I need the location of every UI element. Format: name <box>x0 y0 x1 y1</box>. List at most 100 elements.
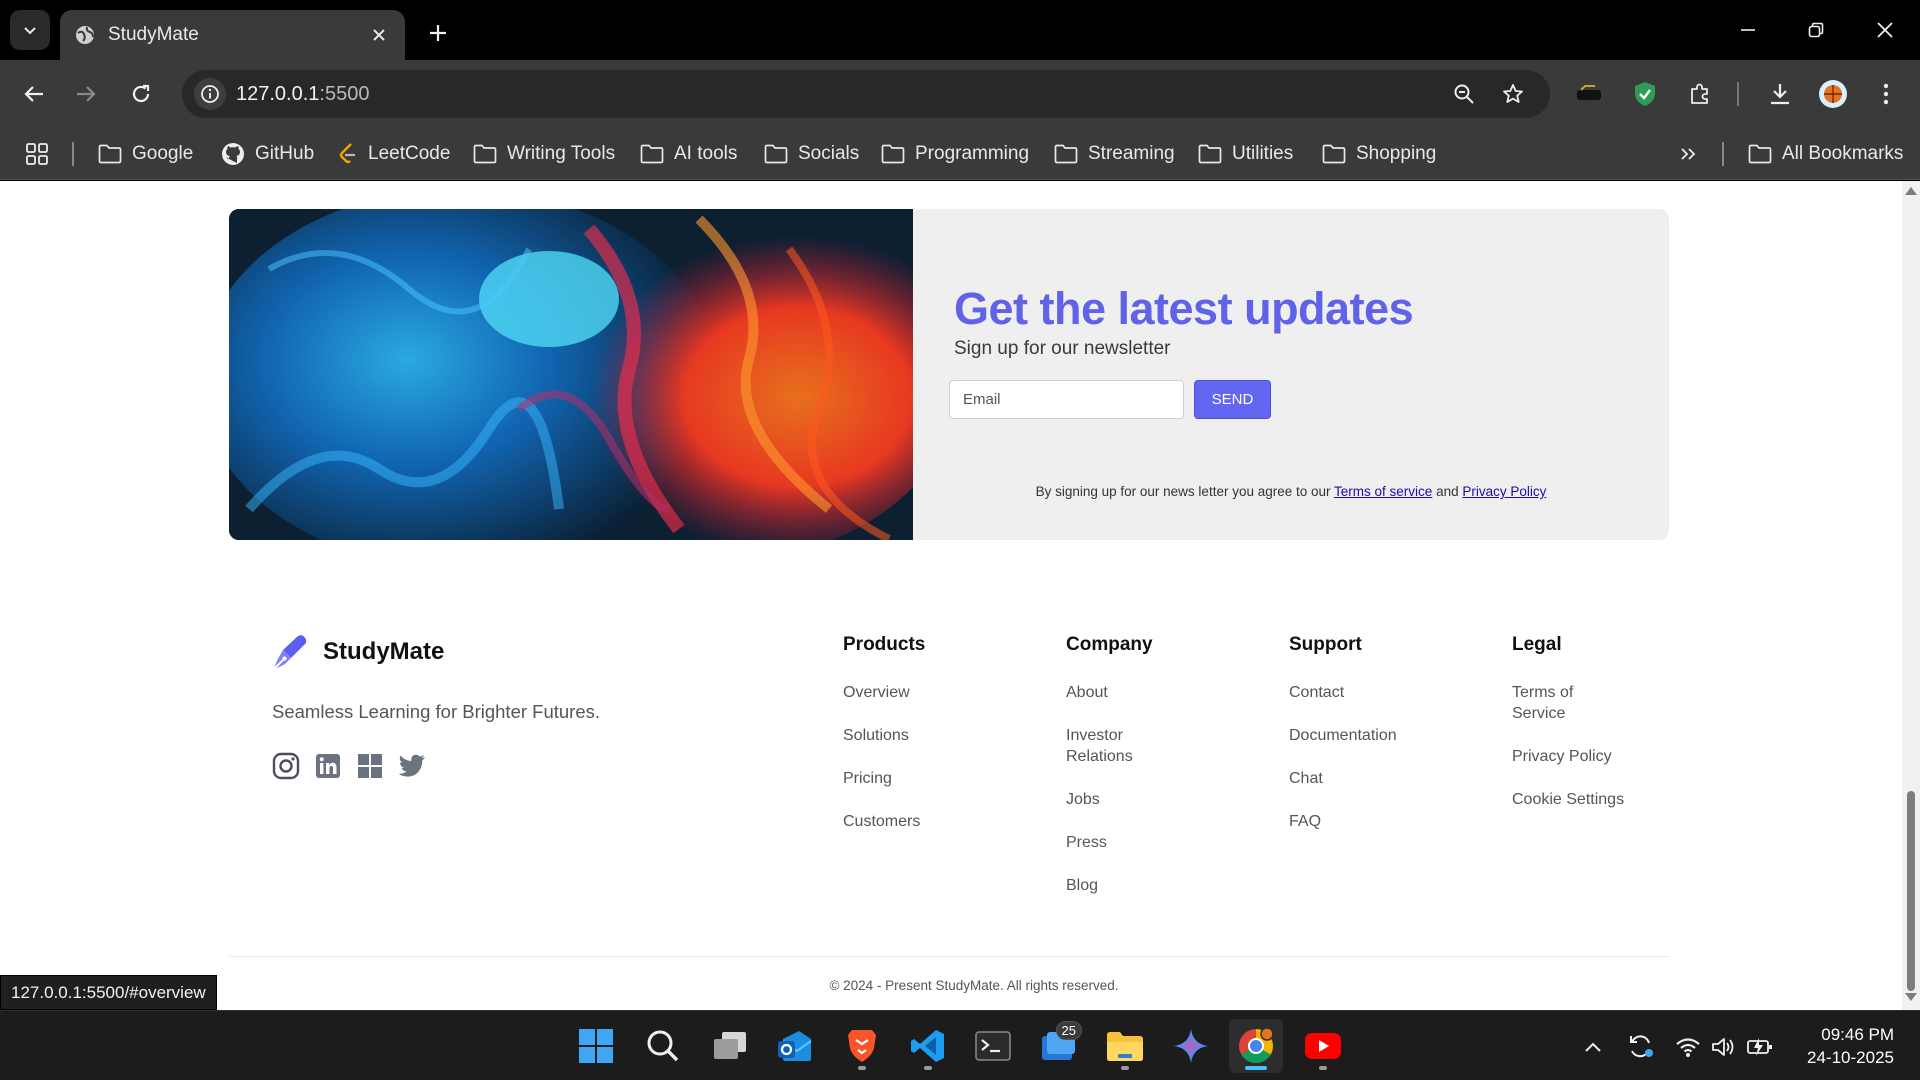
footer-link-documentation[interactable]: Documentation <box>1289 725 1489 746</box>
copyright-text: © 2024 - Present StudyMate. All rights r… <box>829 978 1119 993</box>
instagram-icon[interactable] <box>271 751 300 780</box>
download-icon <box>1771 84 1789 105</box>
footer-link-faq[interactable]: FAQ <box>1289 811 1489 832</box>
bookmark-star-icon[interactable] <box>1499 80 1527 108</box>
search-button[interactable] <box>636 1019 690 1073</box>
chevron-down-icon <box>24 27 36 35</box>
profile-avatar[interactable] <box>1813 74 1853 114</box>
battery-icon[interactable] <box>1745 1033 1775 1061</box>
footer-link-blog[interactable]: Blog <box>1066 875 1176 896</box>
bookmark-utilities[interactable]: Utilities <box>1198 138 1293 170</box>
close-tab-icon[interactable] <box>365 21 393 49</box>
folder-icon <box>1198 144 1222 164</box>
email-input[interactable] <box>949 380 1184 419</box>
reload-button[interactable] <box>121 74 161 114</box>
bookmark-ai-tools[interactable]: AI tools <box>640 138 737 170</box>
footer-link-investor-relations[interactable]: Investor Relations <box>1066 725 1176 767</box>
privacy-policy-link[interactable]: Privacy Policy <box>1462 484 1546 499</box>
linkedin-icon[interactable] <box>313 751 342 780</box>
bookmark-socials[interactable]: Socials <box>764 138 859 170</box>
footer-link-cookie-settings[interactable]: Cookie Settings <box>1512 789 1652 810</box>
footer-link-terms-of-service[interactable]: Terms of Service <box>1512 682 1607 724</box>
bookmark-github[interactable]: GitHub <box>221 138 314 170</box>
shield-extension-icon[interactable] <box>1625 74 1665 114</box>
bookmark-writing-tools[interactable]: Writing Tools <box>473 138 615 170</box>
bookmark-shopping[interactable]: Shopping <box>1322 138 1436 170</box>
gemini-app[interactable] <box>1164 1019 1218 1073</box>
apps-button[interactable] <box>26 138 48 170</box>
bookmark-label: GitHub <box>255 143 315 164</box>
site-info-icon[interactable] <box>194 78 226 110</box>
newsletter-image <box>229 209 913 540</box>
footer-link-about[interactable]: About <box>1066 682 1176 703</box>
bookmark-google[interactable]: Google <box>98 138 193 170</box>
footer-link-customers[interactable]: Customers <box>843 811 1043 832</box>
start-button[interactable] <box>569 1019 623 1073</box>
footer-link-chat[interactable]: Chat <box>1289 768 1489 789</box>
url-text[interactable]: 127.0.0.1:5500 <box>236 83 369 106</box>
clock-time: 09:46 PM <box>1821 1025 1894 1044</box>
forward-button[interactable] <box>66 74 106 114</box>
vscode-icon <box>911 1030 944 1062</box>
back-button[interactable] <box>14 74 54 114</box>
browser-menu-button[interactable] <box>1866 74 1906 114</box>
footer-brand[interactable]: StudyMate <box>271 633 444 671</box>
chrome-app[interactable] <box>1229 1019 1283 1073</box>
sync-tray-icon[interactable] <box>1626 1033 1656 1061</box>
volume-icon[interactable] <box>1709 1033 1739 1061</box>
bookmarks-divider <box>1722 142 1724 166</box>
bookmark-streaming[interactable]: Streaming <box>1054 138 1175 170</box>
all-bookmarks-button[interactable]: All Bookmarks <box>1748 138 1903 170</box>
web-page: Get the latest updates Sign up for our n… <box>0 181 1902 1010</box>
footer-link-contact[interactable]: Contact <box>1289 682 1489 703</box>
terms-of-service-link[interactable]: Terms of service <box>1334 484 1432 499</box>
downloads-button[interactable] <box>1760 74 1800 114</box>
footer-link-privacy-policy[interactable]: Privacy Policy <box>1512 746 1652 767</box>
extensions-puzzle-icon[interactable] <box>1680 74 1720 114</box>
windows-icon[interactable] <box>355 751 384 780</box>
close-window-button[interactable] <box>1855 10 1915 50</box>
footer-link-pricing[interactable]: Pricing <box>843 768 1043 789</box>
zoom-icon[interactable] <box>1450 80 1478 108</box>
reload-icon <box>132 84 150 103</box>
folder-icon <box>1748 144 1772 164</box>
page-scrollbar[interactable] <box>1902 181 1920 1010</box>
social-links <box>271 751 426 780</box>
youtube-icon <box>1305 1033 1341 1059</box>
send-button[interactable]: SEND <box>1194 380 1271 419</box>
vscode-app[interactable] <box>901 1019 955 1073</box>
footer-link-press[interactable]: Press <box>1066 832 1176 853</box>
new-tab-button[interactable] <box>420 15 456 51</box>
file-explorer-app[interactable] <box>1098 1019 1152 1073</box>
address-bar[interactable]: 127.0.0.1:5500 <box>182 70 1550 118</box>
plus-icon <box>430 25 446 41</box>
brave-app[interactable] <box>835 1019 889 1073</box>
bookmark-leetcode[interactable]: LeetCode <box>338 138 450 170</box>
tab-search-button[interactable] <box>10 10 50 50</box>
show-hidden-icons-button[interactable] <box>1578 1033 1608 1061</box>
bookmark-label: Programming <box>915 143 1030 164</box>
scroll-down-arrow[interactable] <box>1905 993 1917 1001</box>
footer-link-solutions[interactable]: Solutions <box>843 725 1043 746</box>
mail-app[interactable]: 25 <box>1032 1019 1086 1073</box>
wifi-icon[interactable] <box>1673 1033 1703 1061</box>
outlook-app[interactable] <box>768 1019 822 1073</box>
running-indicator <box>924 1066 932 1070</box>
footer-link-overview[interactable]: Overview <box>843 682 1043 703</box>
restore-button[interactable] <box>1786 10 1846 50</box>
bookmark-programming[interactable]: Programming <box>881 138 1029 170</box>
extension-dark-icon[interactable] <box>1569 74 1609 114</box>
scroll-up-arrow[interactable] <box>1905 187 1917 195</box>
scrollbar-thumb[interactable] <box>1907 791 1915 991</box>
youtube-app[interactable] <box>1296 1019 1350 1073</box>
minimize-button[interactable] <box>1718 10 1778 50</box>
footer-link-jobs[interactable]: Jobs <box>1066 789 1176 810</box>
more-bookmarks-button[interactable] <box>1679 138 1697 170</box>
twitter-icon[interactable] <box>397 751 426 780</box>
tab-studymate[interactable]: StudyMate <box>60 10 405 60</box>
system-clock[interactable]: 09:46 PM 24-10-2025 <box>1807 1023 1894 1069</box>
close-icon <box>1877 22 1893 38</box>
brand-tagline: Seamless Learning for Brighter Futures. <box>272 701 601 722</box>
terminal-app[interactable] <box>966 1019 1020 1073</box>
task-view-button[interactable] <box>703 1019 757 1073</box>
